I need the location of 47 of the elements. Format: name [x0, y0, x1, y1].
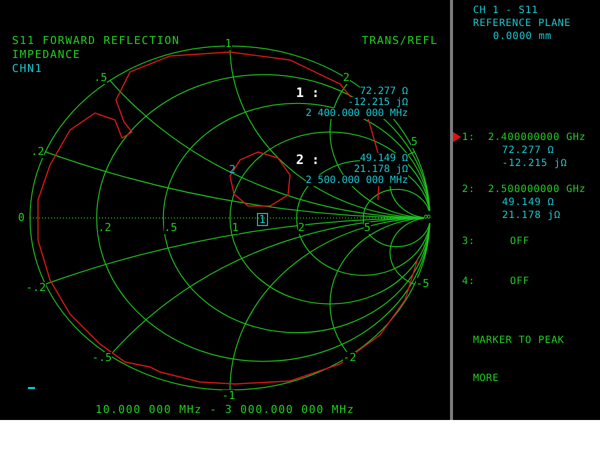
- reactance-value: -12.215 jΩ: [348, 97, 408, 108]
- marker-frequency: 2.400000000 GHz: [488, 131, 586, 144]
- format-label: IMPEDANCE: [12, 48, 82, 62]
- marker-number[interactable]: 2:: [462, 183, 488, 196]
- axis-label: 0: [18, 212, 25, 224]
- axis-label: .2: [31, 146, 44, 158]
- marker-number[interactable]: 4:: [462, 275, 488, 288]
- frequency-value: 2 400.000 000 MHz: [306, 108, 408, 119]
- marker-reactance: -12.215 jΩ: [501, 157, 568, 170]
- marker-status: OFF: [509, 235, 530, 248]
- axis-label: -5: [416, 278, 430, 290]
- axis-label: 1: [225, 38, 232, 50]
- axis-label: ∞: [424, 211, 431, 223]
- axis-label: .5: [94, 72, 108, 84]
- reference-offset: 0.0000 mm: [492, 30, 553, 43]
- cursor-mark: [28, 387, 35, 389]
- marker-label: 1: [257, 213, 268, 226]
- resistance-value: 72.277 Ω: [360, 86, 408, 97]
- reference-plane-label: REFERENCE PLANE: [473, 17, 572, 30]
- axis-label: 5: [411, 136, 418, 148]
- marker-frequency: 2.500000000 GHz: [488, 183, 586, 196]
- axis-label: -1: [222, 390, 236, 402]
- axis-label: -.5: [92, 352, 112, 364]
- axis-label: .5: [164, 222, 178, 234]
- axis-label: -.2: [26, 282, 46, 294]
- axis-label: 1: [232, 222, 239, 234]
- axis-label: -2: [343, 352, 356, 364]
- sweep-range: 10.000 000 MHz - 3 000.000 000 MHz: [94, 403, 356, 416]
- marker-number[interactable]: 1:: [462, 131, 488, 144]
- marker-number[interactable]: 3:: [462, 235, 488, 248]
- resistance-value: 49.149 Ω: [360, 153, 408, 164]
- frequency-value: 2 500.000 000 MHz: [306, 175, 408, 186]
- marker-resistance: 49.149 Ω: [501, 196, 556, 209]
- softkey-label[interactable]: MORE: [473, 372, 600, 385]
- channel-label: CHN1: [12, 62, 44, 76]
- axis-label: 5: [364, 222, 371, 234]
- softkey-label[interactable]: MARKER TO PEAK: [473, 334, 600, 347]
- marker-resistance: 72.277 Ω: [501, 144, 556, 157]
- mode-label: TRANS/REFL: [362, 34, 438, 47]
- marker-status: OFF: [509, 275, 530, 288]
- marker-reactance: 21.178 jΩ: [501, 209, 562, 222]
- axis-label: .2: [98, 222, 112, 234]
- axis-label: 2: [298, 222, 305, 234]
- measurement-title: S11 FORWARD REFLECTION: [12, 34, 180, 48]
- axis-label: 2: [343, 72, 350, 84]
- channel-title: CH 1 - S11: [473, 4, 540, 17]
- reactance-value: 21.178 jΩ: [354, 164, 408, 175]
